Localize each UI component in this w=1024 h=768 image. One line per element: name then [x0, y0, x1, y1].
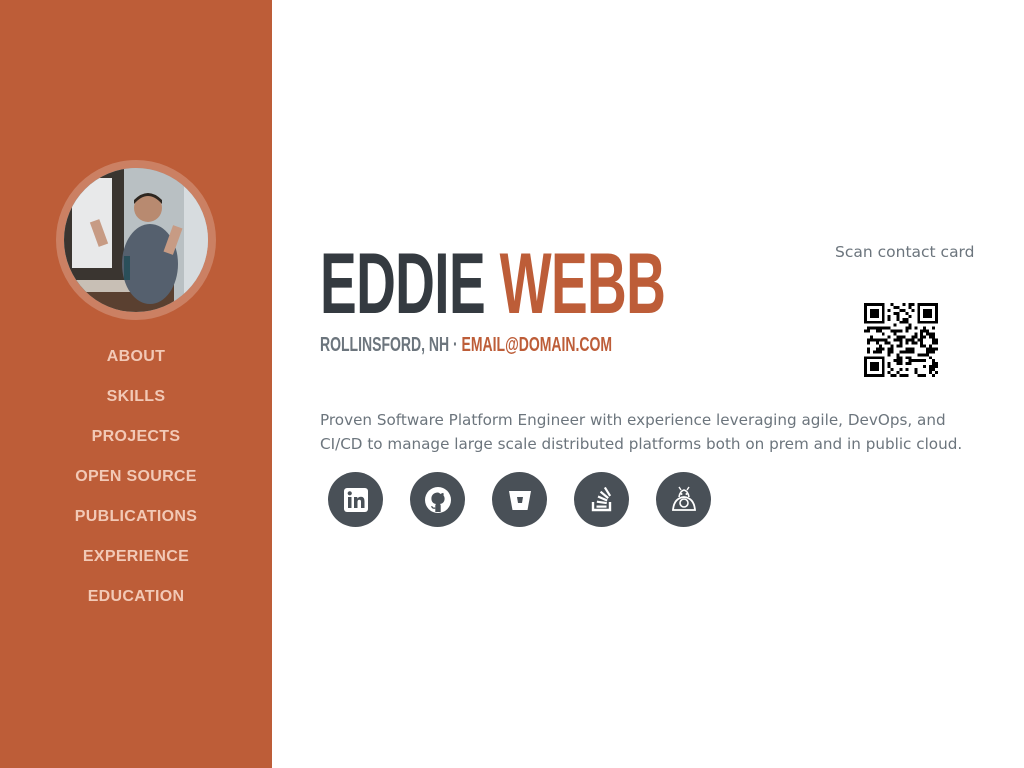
first-name: Eddie [320, 236, 486, 332]
nav-item-about: About [0, 336, 272, 376]
hackerrank-icon [670, 486, 698, 514]
nav-link-skills[interactable]: Skills [107, 388, 166, 405]
bitbucket-button[interactable] [492, 472, 547, 527]
github-icon [424, 486, 452, 514]
sidebar-nav: About Skills Projects Open Source Public… [0, 336, 272, 616]
nav-item-projects: Projects [0, 416, 272, 456]
page-title: Eddie Webb [320, 236, 666, 332]
summary: Proven Software Platform Engineer with e… [320, 411, 963, 453]
qr-code-icon[interactable] [864, 303, 938, 377]
qr-label: Scan contact card [835, 243, 975, 261]
hackerrank-button[interactable] [656, 472, 711, 527]
main-content: Eddie Webb Rollinsford, NH · email@domai… [272, 0, 1024, 768]
social-links [328, 472, 738, 528]
linkedin-icon [343, 487, 369, 513]
nav-item-education: Education [0, 576, 272, 616]
email-link[interactable]: email@domain.com [462, 334, 613, 356]
nav-link-open-source[interactable]: Open Source [75, 468, 197, 485]
github-button[interactable] [410, 472, 465, 527]
contact-line: Rollinsford, NH · email@domain.com [320, 333, 612, 357]
location: Rollinsford, NH · [320, 334, 462, 356]
stackoverflow-button[interactable] [574, 472, 629, 527]
nav-link-experience[interactable]: Experience [83, 548, 189, 565]
nav-link-education[interactable]: Education [88, 588, 185, 605]
avatar [64, 168, 208, 312]
nav-item-publications: Publications [0, 496, 272, 536]
last-name: Webb [499, 236, 666, 332]
sidebar: About Skills Projects Open Source Public… [0, 0, 272, 768]
nav-item-skills: Skills [0, 376, 272, 416]
nav-link-about[interactable]: About [107, 348, 165, 365]
bitbucket-icon [507, 487, 533, 513]
stackoverflow-icon [589, 486, 615, 513]
linkedin-button[interactable] [328, 472, 383, 527]
avatar-frame [56, 160, 216, 320]
nav-item-open-source: Open Source [0, 456, 272, 496]
nav-link-projects[interactable]: Projects [92, 428, 181, 445]
nav-item-experience: Experience [0, 536, 272, 576]
nav-link-publications[interactable]: Publications [75, 508, 197, 525]
